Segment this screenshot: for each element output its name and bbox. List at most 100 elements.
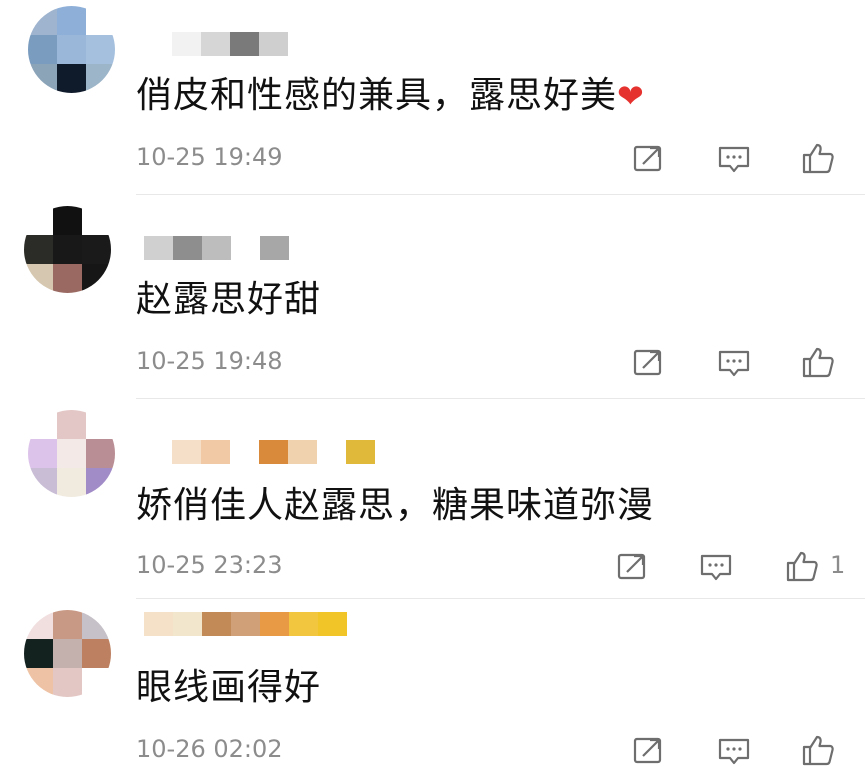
avatar-pixel	[28, 439, 57, 468]
avatar-pixel	[82, 639, 111, 668]
avatar-pixel	[86, 410, 115, 439]
username-pixel	[144, 612, 173, 636]
comment-item: 赵露思好甜 10-25 19:48	[0, 196, 865, 400]
username-pixel	[231, 612, 260, 636]
username-blurred[interactable]	[172, 440, 375, 464]
avatar-pixel	[82, 264, 111, 293]
username-pixel	[317, 440, 346, 464]
reply-button[interactable]	[716, 732, 752, 768]
divider	[136, 398, 865, 399]
comment-text: 娇俏佳人赵露思，糖果味道弥漫	[136, 485, 655, 526]
username-blurred[interactable]	[144, 612, 347, 636]
username-pixel	[172, 32, 201, 56]
username-pixel	[318, 612, 347, 636]
like-button[interactable]	[800, 344, 836, 380]
heart-emoji: ❤	[617, 77, 645, 115]
avatar-pixel	[28, 6, 57, 35]
username-pixel	[260, 612, 289, 636]
avatar-pixel	[24, 610, 53, 639]
comment-text: 俏皮和性感的兼具，露思好美❤	[136, 75, 645, 116]
username-pixel	[172, 440, 201, 464]
divider	[136, 598, 865, 599]
avatar-pixel	[53, 206, 82, 235]
avatar-pixel	[28, 468, 57, 497]
avatar-pixel	[57, 6, 86, 35]
avatar-pixel	[86, 64, 115, 93]
avatar-pixel	[86, 439, 115, 468]
username-pixel	[231, 236, 260, 260]
comment-item: 俏皮和性感的兼具，露思好美❤ 10-25 19:49	[0, 0, 865, 196]
share-button[interactable]	[630, 732, 666, 768]
avatar-pixel	[24, 668, 53, 697]
reply-button[interactable]	[716, 140, 752, 176]
comment-text: 眼线画得好	[136, 667, 322, 708]
avatar-pixel	[86, 6, 115, 35]
avatar-pixel	[28, 35, 57, 64]
username-pixel	[201, 440, 230, 464]
like-button[interactable]	[800, 140, 836, 176]
avatar-pixel	[82, 206, 111, 235]
comment-actions	[630, 140, 840, 176]
avatar-pixel	[24, 235, 53, 264]
username-blurred[interactable]	[144, 236, 289, 260]
avatar[interactable]	[24, 610, 111, 697]
reply-button[interactable]	[698, 548, 734, 584]
username-pixel	[173, 236, 202, 260]
username-blurred[interactable]	[172, 32, 288, 56]
share-button[interactable]	[630, 344, 666, 380]
comment-icon	[700, 554, 732, 581]
comment-time: 10-25 19:48	[136, 347, 283, 375]
avatar-pixel	[82, 668, 111, 697]
thumbs-up-icon	[802, 735, 834, 766]
avatar[interactable]	[28, 6, 115, 93]
divider	[136, 194, 865, 195]
comment-actions	[630, 344, 840, 380]
avatar-pixel	[53, 235, 82, 264]
comment-time: 10-26 02:02	[136, 735, 283, 763]
avatar-pixel	[86, 468, 115, 497]
share-icon	[633, 145, 662, 172]
comment-actions	[630, 732, 840, 768]
avatar-pixel	[24, 264, 53, 293]
like-button[interactable]	[784, 548, 820, 584]
username-pixel	[230, 440, 259, 464]
avatar-pixel	[82, 610, 111, 639]
avatar[interactable]	[24, 206, 111, 293]
username-pixel	[288, 440, 317, 464]
share-icon	[633, 737, 662, 764]
avatar-pixel	[53, 610, 82, 639]
thumbs-up-icon	[802, 143, 834, 174]
avatar-pixel	[28, 410, 57, 439]
thumbs-up-icon	[786, 551, 818, 582]
reply-button[interactable]	[716, 344, 752, 380]
username-pixel	[289, 612, 318, 636]
username-pixel	[259, 32, 288, 56]
comment-item: 娇俏佳人赵露思，糖果味道弥漫 10-25 23:23 1	[0, 400, 865, 600]
username-pixel	[173, 612, 202, 636]
username-pixel	[202, 236, 231, 260]
avatar-pixel	[53, 668, 82, 697]
avatar-pixel	[57, 35, 86, 64]
avatar[interactable]	[28, 410, 115, 497]
share-icon	[633, 349, 662, 376]
share-button[interactable]	[614, 548, 650, 584]
like-button[interactable]	[800, 732, 836, 768]
comment-item: 眼线画得好 10-26 02:02	[0, 600, 865, 784]
share-icon	[617, 553, 646, 580]
comment-icon	[718, 738, 750, 765]
comment-icon	[718, 350, 750, 377]
avatar-pixel	[24, 639, 53, 668]
comment-time: 10-25 23:23	[136, 551, 283, 579]
avatar-pixel	[57, 439, 86, 468]
share-button[interactable]	[630, 140, 666, 176]
thumbs-up-icon	[802, 347, 834, 378]
username-pixel	[346, 440, 375, 464]
avatar-pixel	[24, 206, 53, 235]
username-pixel	[230, 32, 259, 56]
avatar-pixel	[53, 639, 82, 668]
comment-actions: 1	[614, 548, 854, 584]
avatar-pixel	[57, 468, 86, 497]
avatar-pixel	[53, 264, 82, 293]
like-count: 1	[830, 551, 846, 579]
avatar-pixel	[86, 35, 115, 64]
